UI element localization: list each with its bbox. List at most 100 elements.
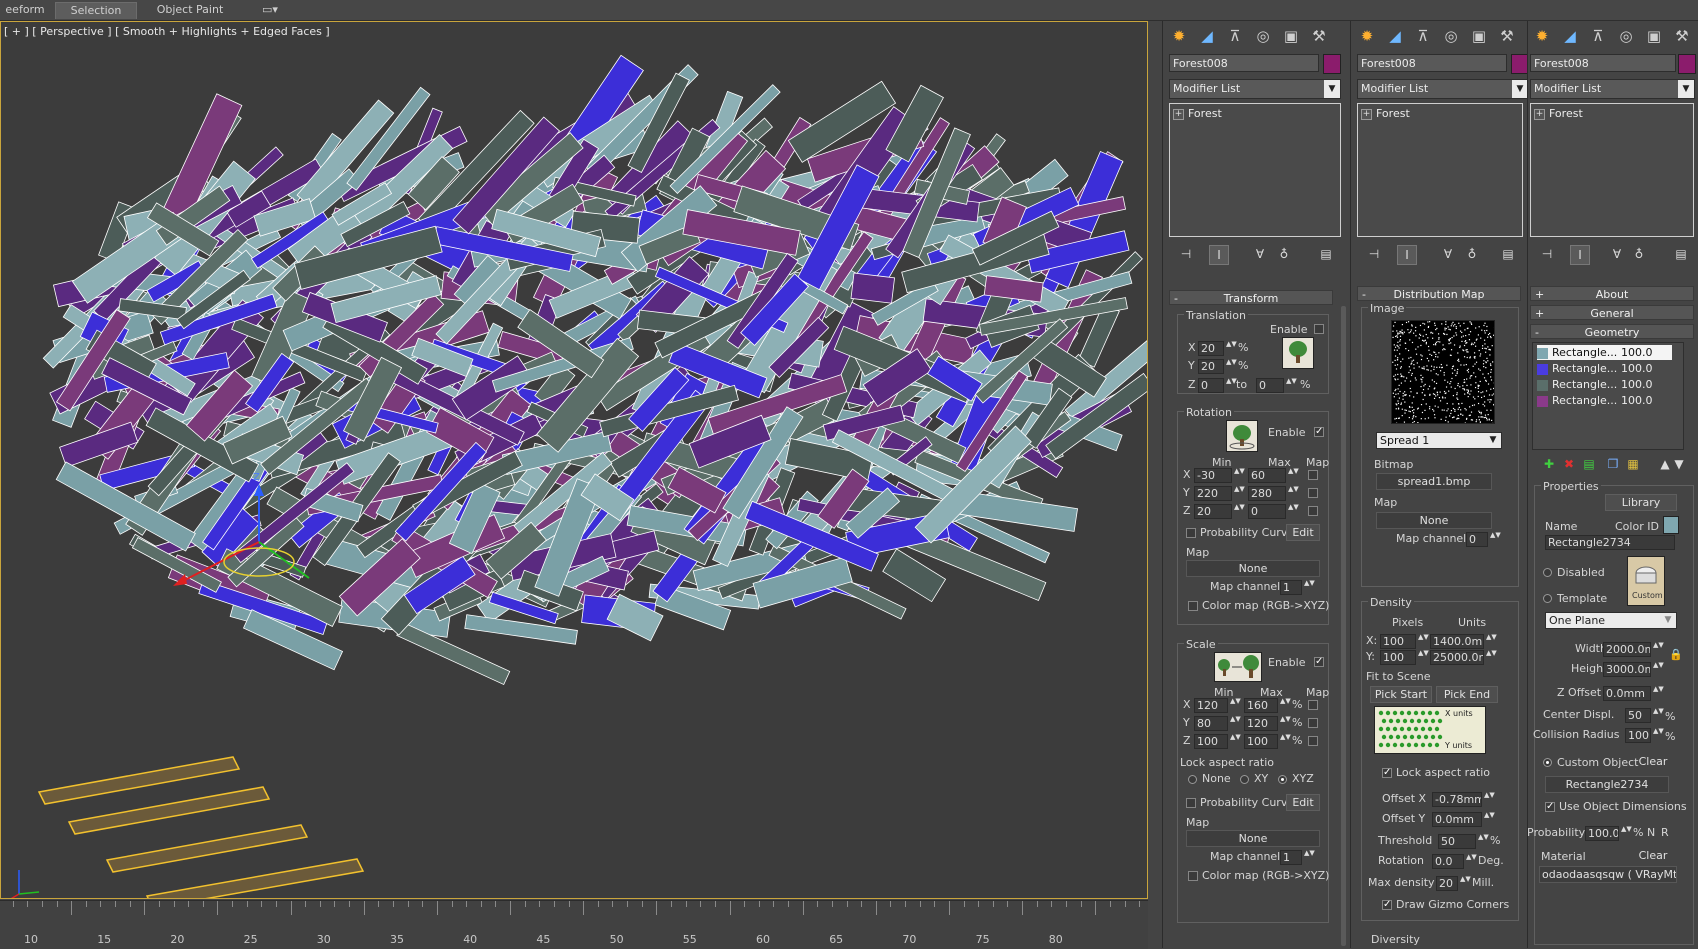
modifier-stack[interactable]: +Forest	[1530, 103, 1694, 237]
rotation-z-max-spinner[interactable]: 0	[1248, 504, 1286, 519]
modifier-list-dropdown[interactable]: Modifier List▼	[1169, 79, 1341, 99]
tab-selection[interactable]: Selection	[55, 2, 137, 19]
paste-icon[interactable]: ▦	[1624, 455, 1642, 473]
create-tab-icon[interactable]: ✹	[1355, 24, 1379, 48]
geometry-name-field[interactable]: Rectangle2734	[1545, 535, 1675, 550]
threshold-spinner[interactable]: 50	[1438, 834, 1476, 849]
lock-icon[interactable]: 🔒	[1669, 648, 1683, 661]
color-id-swatch[interactable]	[1663, 516, 1679, 534]
remove-modifier-icon[interactable]: ♁	[1630, 245, 1648, 263]
spinner-arrows-icon[interactable]: ▲▼	[1653, 686, 1661, 701]
spinner-arrows-icon[interactable]: ▲▼	[1288, 486, 1296, 501]
scale-map-channel-spinner[interactable]: 1	[1280, 850, 1302, 865]
translation-y-spinner[interactable]: 20	[1198, 359, 1224, 374]
hierarchy-tab-icon[interactable]: ⊼	[1586, 24, 1610, 48]
translation-tree-icon[interactable]	[1282, 337, 1314, 369]
time-ruler[interactable]: 101520253035404550556065707580	[0, 900, 1148, 949]
pin-stack-icon[interactable]: ⊣	[1365, 245, 1383, 263]
z-offset-spinner[interactable]: 0.0mm	[1603, 686, 1651, 701]
scale-y-min-spinner[interactable]: 80	[1194, 716, 1228, 731]
width-spinner[interactable]: 2000.0mm	[1603, 642, 1651, 657]
remove-modifier-icon[interactable]: ♁	[1275, 245, 1293, 263]
stack-item-forest[interactable]: +Forest	[1361, 107, 1410, 120]
spinner-arrows-icon[interactable]: ▲▼	[1653, 642, 1661, 657]
utilities-tab-icon[interactable]: ⚒	[1670, 24, 1694, 48]
spinner-arrows-icon[interactable]: ▲▼	[1418, 650, 1426, 665]
scale-z-max-spinner[interactable]: 100	[1244, 734, 1278, 749]
lock-aspect-checkbox[interactable]: ✓	[1382, 768, 1392, 778]
rotation-enable-checkbox[interactable]: ✓	[1314, 427, 1324, 437]
custom-object-pick-button[interactable]: Rectangle2734	[1545, 776, 1669, 793]
make-unique-icon[interactable]: ∀	[1251, 245, 1269, 263]
remove-geometry-icon[interactable]: ✖	[1560, 455, 1578, 473]
display-tab-icon[interactable]: ▣	[1642, 24, 1666, 48]
configure-sets-icon[interactable]: ▤	[1499, 245, 1517, 263]
scale-y-max-spinner[interactable]: 120	[1244, 716, 1278, 731]
height-spinner[interactable]: 3000.0mm	[1603, 662, 1651, 677]
pick-start-button[interactable]: Pick Start	[1370, 686, 1432, 703]
spinner-arrows-icon[interactable]: ▲▼	[1230, 716, 1238, 731]
object-color-swatch[interactable]	[1678, 54, 1696, 74]
spinner-arrows-icon[interactable]: ▲▼	[1226, 378, 1234, 393]
rotation-spinner[interactable]: 0.0	[1432, 854, 1464, 869]
rotation-map-channel-spinner[interactable]: 1	[1280, 580, 1302, 595]
modify-tab-icon[interactable]: ◢	[1195, 24, 1219, 48]
pick-end-button[interactable]: Pick End	[1436, 686, 1498, 703]
object-name-field[interactable]: Forest008	[1357, 54, 1507, 72]
scale-z-min-spinner[interactable]: 100	[1194, 734, 1228, 749]
spinner-arrows-icon[interactable]: ▲▼	[1280, 716, 1288, 731]
spinner-arrows-icon[interactable]: ▲▼	[1280, 734, 1288, 749]
utilities-tab-icon[interactable]: ⚒	[1307, 24, 1331, 48]
display-tab-icon[interactable]: ▣	[1467, 24, 1491, 48]
scale-probability-checkbox[interactable]	[1186, 798, 1196, 808]
spinner-arrows-icon[interactable]: ▲▼	[1234, 504, 1242, 519]
scale-x-max-spinner[interactable]: 160	[1244, 698, 1278, 713]
spinner-arrows-icon[interactable]: ▲▼	[1234, 468, 1242, 483]
spinner-arrows-icon[interactable]: ▲▼	[1226, 359, 1234, 374]
spinner-arrows-icon[interactable]: ▲▼	[1653, 662, 1661, 677]
disabled-radio[interactable]	[1543, 568, 1552, 577]
translation-z-from-spinner[interactable]: 0	[1198, 378, 1224, 393]
collision-radius-spinner[interactable]: 100	[1625, 728, 1651, 743]
offset-x-spinner[interactable]: -0.78mm	[1432, 792, 1482, 807]
spinner-arrows-icon[interactable]: ▲▼	[1288, 504, 1296, 519]
configure-sets-icon[interactable]: ▤	[1672, 245, 1690, 263]
scale-tree-icon[interactable]	[1214, 652, 1262, 682]
rotation-tree-icon[interactable]	[1226, 420, 1258, 452]
lock-xyz-radio[interactable]	[1278, 775, 1287, 784]
show-end-result-icon[interactable]: Ⅰ	[1570, 245, 1590, 265]
spinner-arrows-icon[interactable]: ▲▼	[1230, 734, 1238, 749]
material-button[interactable]: odaodaasqsqw ( VRayMtl )	[1539, 866, 1677, 883]
motion-tab-icon[interactable]: ◎	[1439, 24, 1463, 48]
map-channel-spinner[interactable]: 0	[1466, 532, 1488, 547]
probability-n-toggle[interactable]: % N	[1633, 826, 1655, 839]
pin-stack-icon[interactable]: ⊣	[1538, 245, 1556, 263]
tab-options-dropdown-icon[interactable]: ▭▾	[258, 2, 282, 18]
modifier-stack[interactable]: +Forest	[1169, 103, 1341, 237]
spinner-arrows-icon[interactable]: ▲▼	[1478, 834, 1486, 849]
rotation-edit-button[interactable]: Edit	[1286, 524, 1320, 541]
rotation-y-map-checkbox[interactable]	[1308, 488, 1318, 498]
spinner-arrows-icon[interactable]: ▲▼	[1418, 634, 1426, 649]
hierarchy-tab-icon[interactable]: ⊼	[1411, 24, 1435, 48]
offset-y-spinner[interactable]: 0.0mm	[1432, 812, 1482, 827]
general-rollout-header[interactable]: +General	[1530, 305, 1694, 320]
use-object-dimensions-checkbox[interactable]: ✓	[1545, 802, 1555, 812]
spinner-arrows-icon[interactable]: ▲▼	[1466, 854, 1474, 869]
create-tab-icon[interactable]: ✹	[1530, 24, 1554, 48]
add-list-icon[interactable]: ▤	[1580, 455, 1598, 473]
spinner-arrows-icon[interactable]: ▲▼	[1234, 486, 1242, 501]
spinner-arrows-icon[interactable]: ▲▼	[1230, 698, 1238, 713]
spinner-arrows-icon[interactable]: ▲▼	[1280, 698, 1288, 713]
density-y-units-spinner[interactable]: 25000.0mm	[1430, 650, 1484, 665]
custom-thumbnail[interactable]: Custom	[1627, 556, 1665, 606]
modify-tab-icon[interactable]: ◢	[1558, 24, 1582, 48]
center-displ-spinner[interactable]: 50	[1625, 708, 1651, 723]
perspective-viewport[interactable]: [ + ] [ Perspective ] [ Smooth + Highlig…	[0, 21, 1148, 899]
rotation-z-map-checkbox[interactable]	[1308, 506, 1318, 516]
spinner-arrows-icon[interactable]: ▲▼	[1486, 634, 1494, 649]
scale-z-map-checkbox[interactable]	[1308, 736, 1318, 746]
stack-item-forest[interactable]: +Forest	[1534, 107, 1583, 120]
rotation-map-button[interactable]: None	[1186, 560, 1320, 577]
show-end-result-icon[interactable]: Ⅰ	[1209, 245, 1229, 265]
